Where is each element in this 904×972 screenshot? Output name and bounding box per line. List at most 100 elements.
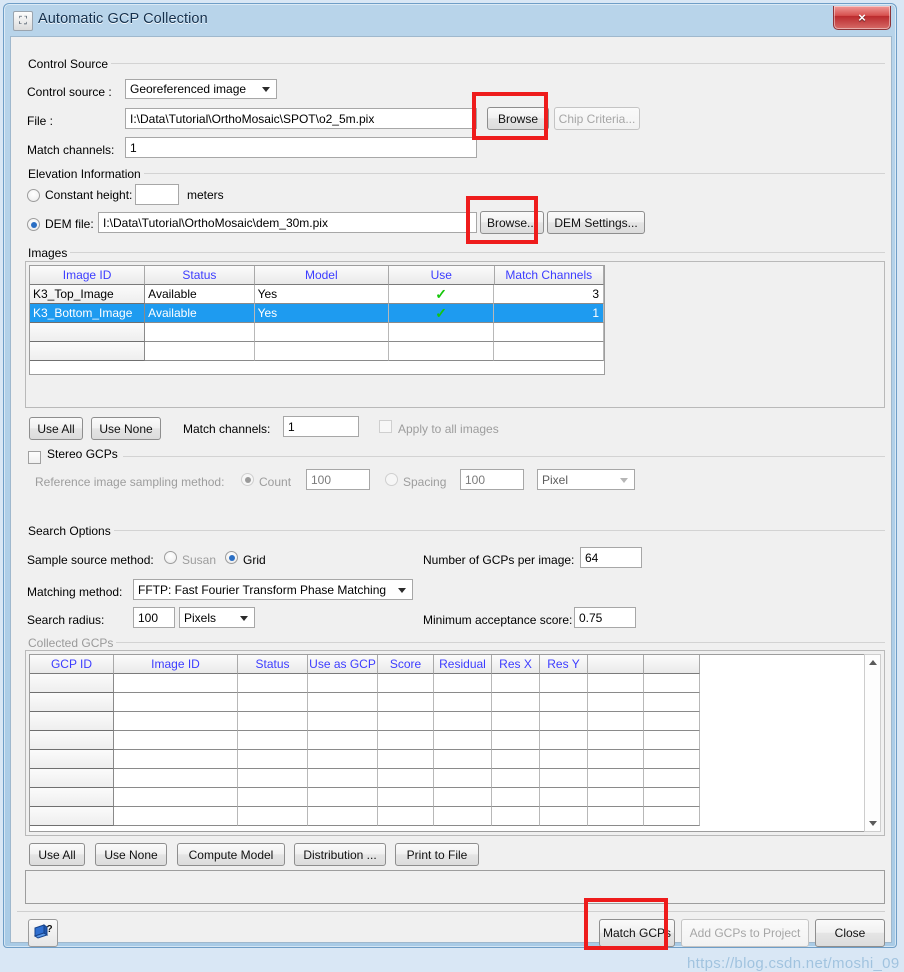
table-cell[interactable] xyxy=(494,342,604,361)
collected-gcps-col-header[interactable]: Res X xyxy=(492,655,540,674)
table-cell[interactable] xyxy=(644,769,700,788)
images-use-cell[interactable] xyxy=(388,323,495,342)
table-cell[interactable] xyxy=(644,807,700,826)
table-cell[interactable] xyxy=(114,750,238,769)
table-row[interactable] xyxy=(30,323,604,342)
table-cell[interactable] xyxy=(308,769,378,788)
table-cell[interactable] xyxy=(434,712,492,731)
table-cell[interactable] xyxy=(588,712,644,731)
table-cell[interactable] xyxy=(492,750,540,769)
table-cell[interactable] xyxy=(492,731,540,750)
close-button[interactable]: Close xyxy=(815,919,885,947)
table-cell[interactable]: Available xyxy=(145,304,255,323)
close-icon[interactable]: × xyxy=(833,6,891,30)
images-use-cell[interactable]: ✓ xyxy=(388,304,495,323)
table-cell[interactable] xyxy=(378,807,434,826)
table-row[interactable] xyxy=(30,788,866,807)
control-match-channels-input[interactable]: 1 xyxy=(125,137,477,158)
collected-gcps-col-header[interactable]: Score xyxy=(378,655,434,674)
table-cell[interactable] xyxy=(308,712,378,731)
table-cell[interactable]: 1 xyxy=(494,304,604,323)
table-cell[interactable] xyxy=(492,693,540,712)
table-cell[interactable] xyxy=(540,807,588,826)
table-cell[interactable] xyxy=(540,674,588,693)
table-cell[interactable] xyxy=(434,674,492,693)
constant-height-radio[interactable] xyxy=(27,189,40,202)
table-cell[interactable] xyxy=(238,731,308,750)
table-row[interactable] xyxy=(30,769,866,788)
search-radius-input[interactable]: 100 xyxy=(133,607,175,628)
table-row[interactable] xyxy=(30,750,866,769)
table-cell[interactable] xyxy=(540,788,588,807)
table-cell[interactable] xyxy=(238,807,308,826)
table-cell[interactable] xyxy=(30,807,114,826)
match-gcps-button[interactable]: Match GCPs xyxy=(599,919,675,947)
table-cell[interactable] xyxy=(30,731,114,750)
table-row[interactable]: K3_Bottom_Image Available Yes ✓ 1 xyxy=(30,304,604,323)
control-file-input[interactable]: I:\Data\Tutorial\OrthoMosaic\SPOT\o2_5m.… xyxy=(125,108,477,129)
table-cell[interactable] xyxy=(308,693,378,712)
table-cell[interactable] xyxy=(114,693,238,712)
table-cell[interactable] xyxy=(30,674,114,693)
table-cell[interactable] xyxy=(308,788,378,807)
min-acceptance-score-input[interactable]: 0.75 xyxy=(574,607,636,628)
table-row[interactable] xyxy=(30,342,604,361)
table-cell[interactable] xyxy=(378,674,434,693)
table-cell[interactable] xyxy=(540,712,588,731)
table-cell[interactable] xyxy=(238,712,308,731)
print-to-file-button[interactable]: Print to File xyxy=(395,843,479,866)
table-cell[interactable] xyxy=(114,788,238,807)
table-cell[interactable] xyxy=(114,769,238,788)
table-cell[interactable] xyxy=(540,769,588,788)
images-use-cell[interactable] xyxy=(388,342,495,361)
table-cell[interactable] xyxy=(492,674,540,693)
compute-model-button[interactable]: Compute Model xyxy=(177,843,285,866)
table-cell[interactable] xyxy=(434,769,492,788)
table-cell[interactable] xyxy=(378,750,434,769)
table-cell[interactable] xyxy=(540,731,588,750)
table-cell[interactable] xyxy=(588,750,644,769)
table-cell[interactable] xyxy=(254,342,389,361)
grid-radio[interactable] xyxy=(225,551,238,564)
table-cell[interactable] xyxy=(492,769,540,788)
table-cell[interactable] xyxy=(30,342,146,361)
help-button[interactable]: ? xyxy=(28,919,58,947)
table-row[interactable]: K3_Top_Image Available Yes ✓ 3 xyxy=(30,285,604,304)
table-cell[interactable] xyxy=(30,788,114,807)
table-cell[interactable] xyxy=(644,750,700,769)
table-cell[interactable] xyxy=(588,807,644,826)
table-cell[interactable] xyxy=(30,693,114,712)
table-cell[interactable] xyxy=(588,693,644,712)
table-cell[interactable] xyxy=(540,693,588,712)
table-cell[interactable] xyxy=(378,712,434,731)
images-table[interactable]: Image ID Status Model Use Match Channels K3_… xyxy=(29,265,605,375)
images-col-header[interactable]: Status xyxy=(145,266,255,285)
images-col-header[interactable]: Use xyxy=(388,266,495,285)
table-cell[interactable] xyxy=(492,807,540,826)
table-cell[interactable] xyxy=(644,731,700,750)
table-cell[interactable]: Yes xyxy=(254,285,389,304)
distribution-button[interactable]: Distribution ... xyxy=(294,843,386,866)
table-cell[interactable] xyxy=(378,788,434,807)
table-cell[interactable] xyxy=(588,788,644,807)
collected-gcps-table[interactable]: GCP ID Image ID Status Use as GCP Score Resid… xyxy=(29,654,867,832)
table-cell[interactable] xyxy=(238,788,308,807)
constant-height-input[interactable] xyxy=(135,184,179,205)
table-cell[interactable] xyxy=(114,731,238,750)
collected-gcps-col-header[interactable] xyxy=(644,655,700,674)
table-cell[interactable] xyxy=(308,807,378,826)
images-col-header[interactable]: Image ID xyxy=(30,266,146,285)
title-bar[interactable]: ⛶ Automatic GCP Collection × xyxy=(4,4,896,37)
table-cell[interactable]: 3 xyxy=(494,285,604,304)
table-row[interactable] xyxy=(30,674,866,693)
table-cell[interactable] xyxy=(644,674,700,693)
table-cell[interactable] xyxy=(30,750,114,769)
table-cell[interactable] xyxy=(434,788,492,807)
table-cell[interactable] xyxy=(238,674,308,693)
table-cell[interactable] xyxy=(644,788,700,807)
stereo-gcps-checkbox[interactable] xyxy=(28,451,41,464)
images-match-channels-input[interactable]: 1 xyxy=(283,416,359,437)
table-cell[interactable] xyxy=(644,693,700,712)
collected-gcps-col-header[interactable]: Use as GCP xyxy=(308,655,378,674)
gcps-use-all-button[interactable]: Use All xyxy=(29,843,85,866)
